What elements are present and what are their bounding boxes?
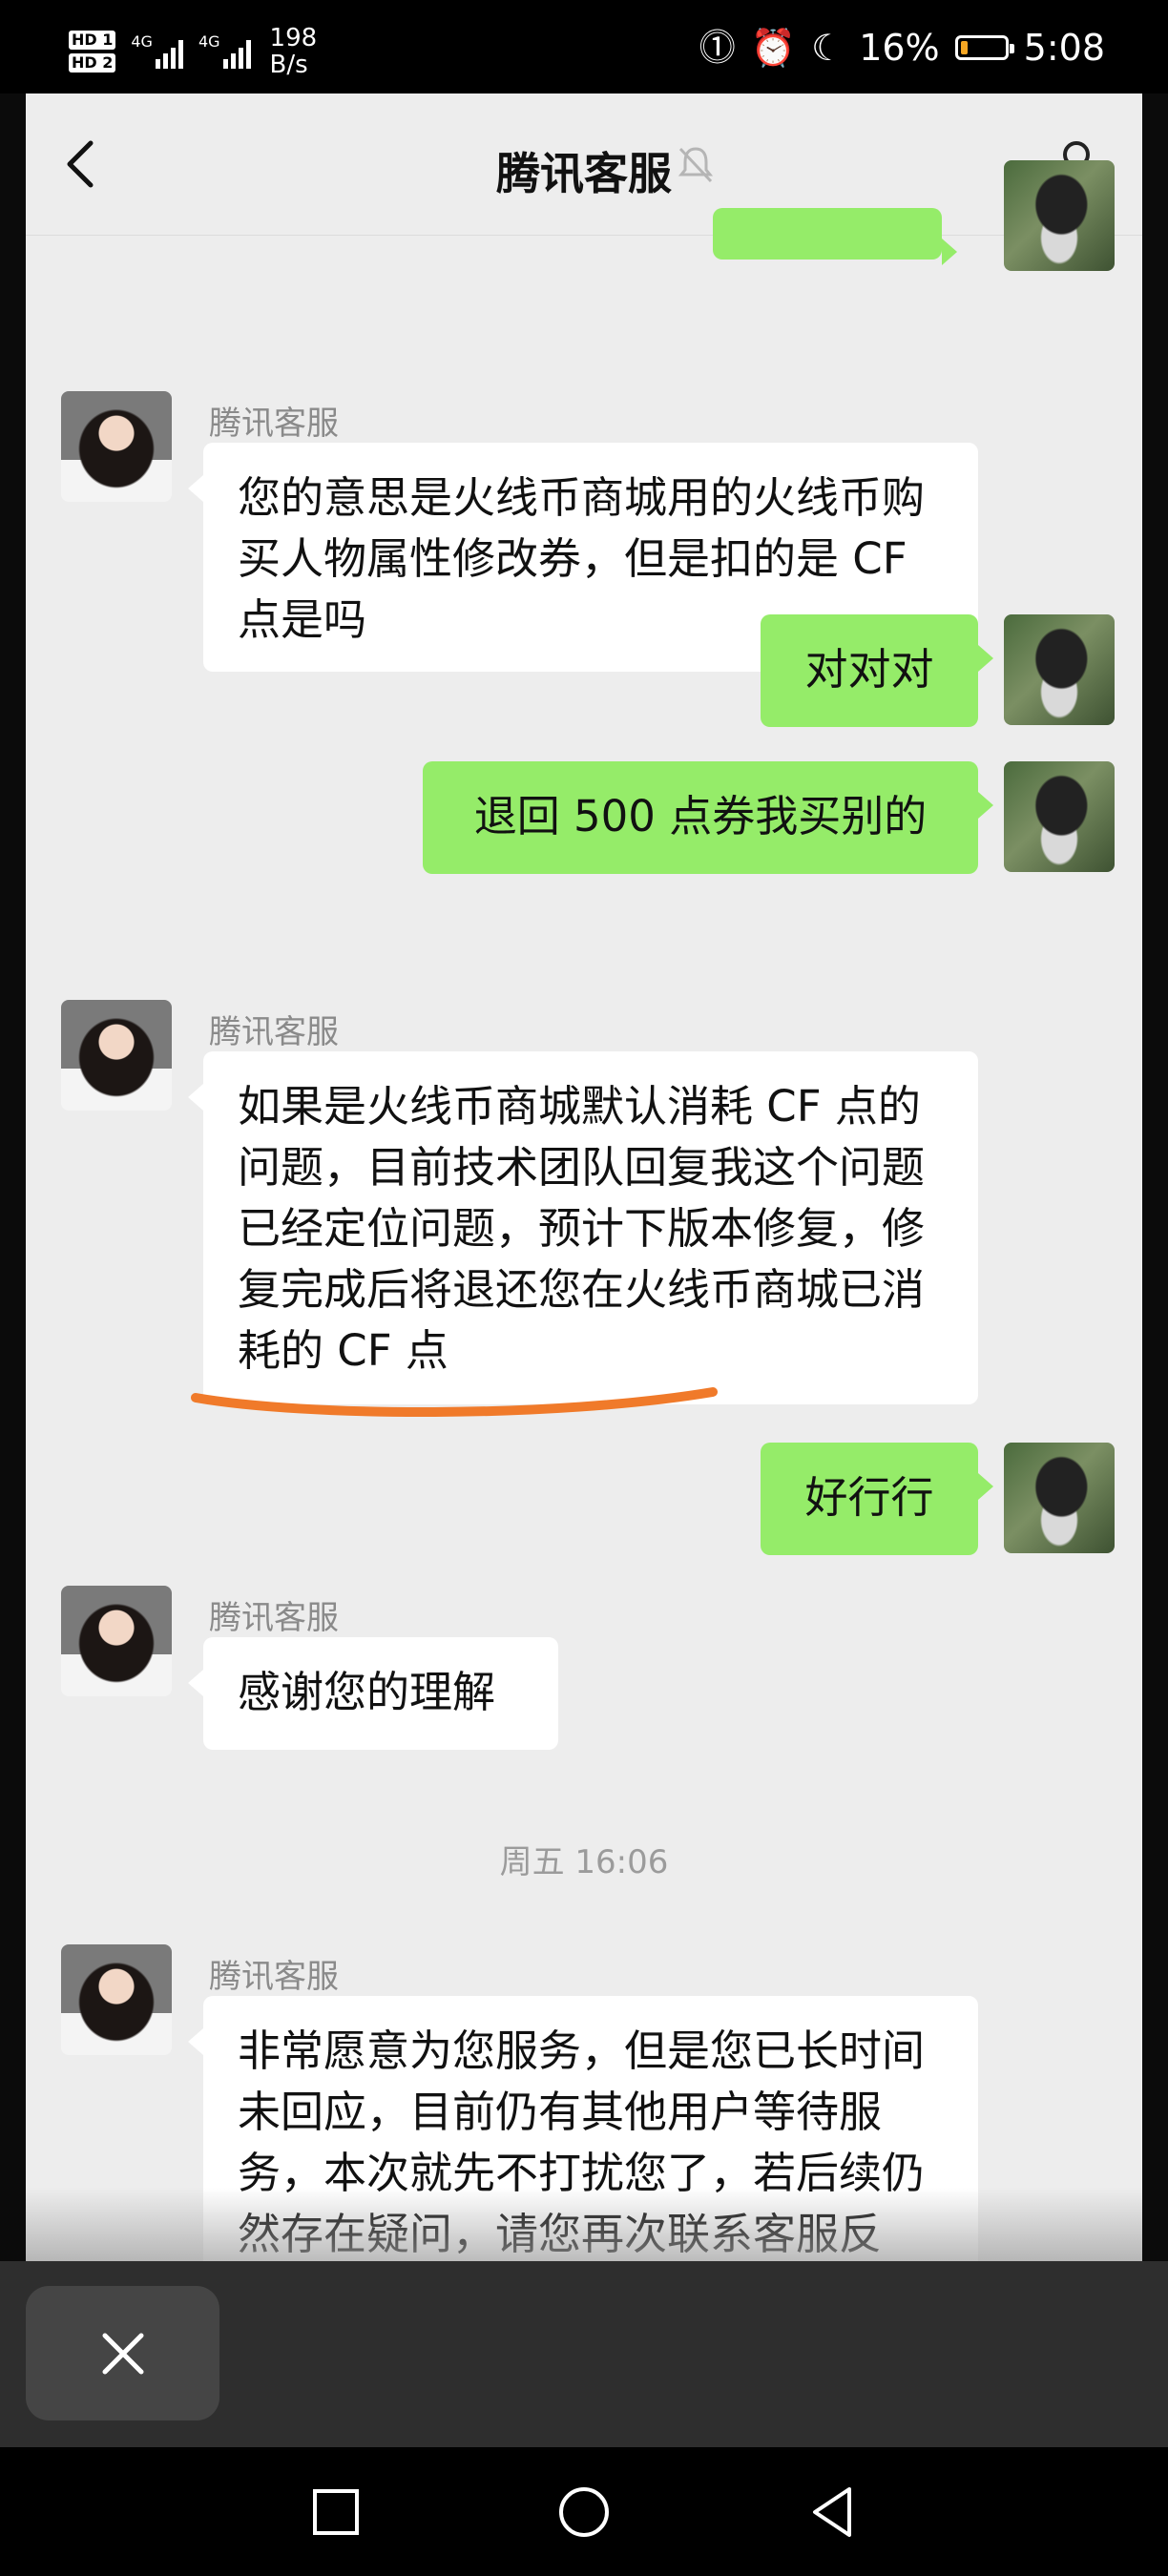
user-avatar[interactable] xyxy=(1004,614,1115,725)
message-timestamp: 周五 16:06 xyxy=(499,1843,669,1881)
bottom-fade-overlay xyxy=(26,2188,1142,2261)
cs-avatar[interactable] xyxy=(61,1000,172,1111)
speed-unit: B/s xyxy=(269,51,308,79)
signal-icon-2: 4G xyxy=(198,34,251,69)
message-bubble-incoming[interactable]: 如果是火线币商城默认消耗 CF 点的问题，目前技术团队回复我这个问题已经定位问题… xyxy=(188,1051,978,1404)
battery-percent: 16% xyxy=(859,27,940,69)
back-icon[interactable] xyxy=(805,2485,859,2539)
sender-name: 腾讯客服 xyxy=(209,405,339,443)
clock: 5:08 xyxy=(1023,27,1105,69)
hd1-badge: HD 1 xyxy=(69,31,116,50)
mute-bell-icon xyxy=(678,147,714,183)
cs-avatar[interactable] xyxy=(61,1944,172,2055)
sender-name: 腾讯客服 xyxy=(209,1013,339,1051)
message-bubble-incoming[interactable]: 感谢您的理解 xyxy=(188,1637,558,1750)
orange-underline-annotation xyxy=(191,1387,718,1418)
network-speed: 198 B/s xyxy=(270,25,318,78)
battery-icon xyxy=(954,35,1014,60)
close-button[interactable] xyxy=(26,2286,219,2420)
chat-header: 腾讯客服 xyxy=(26,93,1142,236)
message-bubble-outgoing[interactable]: 好行行 xyxy=(761,1443,993,1555)
message-list[interactable]: 腾讯客服 您的意思是火线币商城用的火线币购买人物属性修改券，但是扣的是 CF 点… xyxy=(26,160,1142,2261)
status-bar: HD 1 HD 2 4G 4G 198 B/s ⓵ ⏰ ☾ 16% 5:08 xyxy=(0,0,1168,93)
chat-title: 腾讯客服 xyxy=(496,148,672,199)
sender-name: 腾讯客服 xyxy=(209,1958,339,1996)
moon-icon: ☾ xyxy=(811,27,845,69)
message-bubble-outgoing[interactable]: 对对对 xyxy=(761,614,993,727)
user-avatar[interactable] xyxy=(1004,1443,1115,1553)
user-avatar[interactable] xyxy=(1004,160,1115,271)
status-left: HD 1 HD 2 4G 4G 198 B/s xyxy=(69,25,317,78)
status-right: ⓵ ⏰ ☾ 16% 5:08 xyxy=(699,27,1105,69)
home-icon[interactable] xyxy=(557,2485,611,2539)
previous-message-bubble xyxy=(713,208,957,265)
network1-label: 4G xyxy=(131,32,153,51)
navigation-bar xyxy=(0,2447,1168,2576)
signal-icon-1: 4G xyxy=(131,34,183,69)
recent-apps-icon[interactable] xyxy=(309,2485,363,2539)
chat-window: 腾讯客服 腾讯客服 您的意思是火线币商城用的火线币购买人物属性修改券，但是扣的是… xyxy=(26,93,1142,2261)
network2-label: 4G xyxy=(198,32,220,51)
hd2-badge: HD 2 xyxy=(69,53,116,73)
alarm-icon: ⏰ xyxy=(750,27,797,69)
close-icon xyxy=(102,2333,143,2374)
hd-call-icon: ⓵ xyxy=(699,27,736,69)
cs-avatar[interactable] xyxy=(61,391,172,502)
battery-fill xyxy=(960,41,968,54)
sender-name: 腾讯客服 xyxy=(209,1599,339,1637)
hd-indicators: HD 1 HD 2 xyxy=(69,31,116,73)
cs-avatar[interactable] xyxy=(61,1586,172,1696)
user-avatar[interactable] xyxy=(1004,761,1115,872)
message-bubble-outgoing[interactable]: 退回 500 点券我买别的 xyxy=(423,761,993,874)
speed-value: 198 xyxy=(269,24,318,52)
